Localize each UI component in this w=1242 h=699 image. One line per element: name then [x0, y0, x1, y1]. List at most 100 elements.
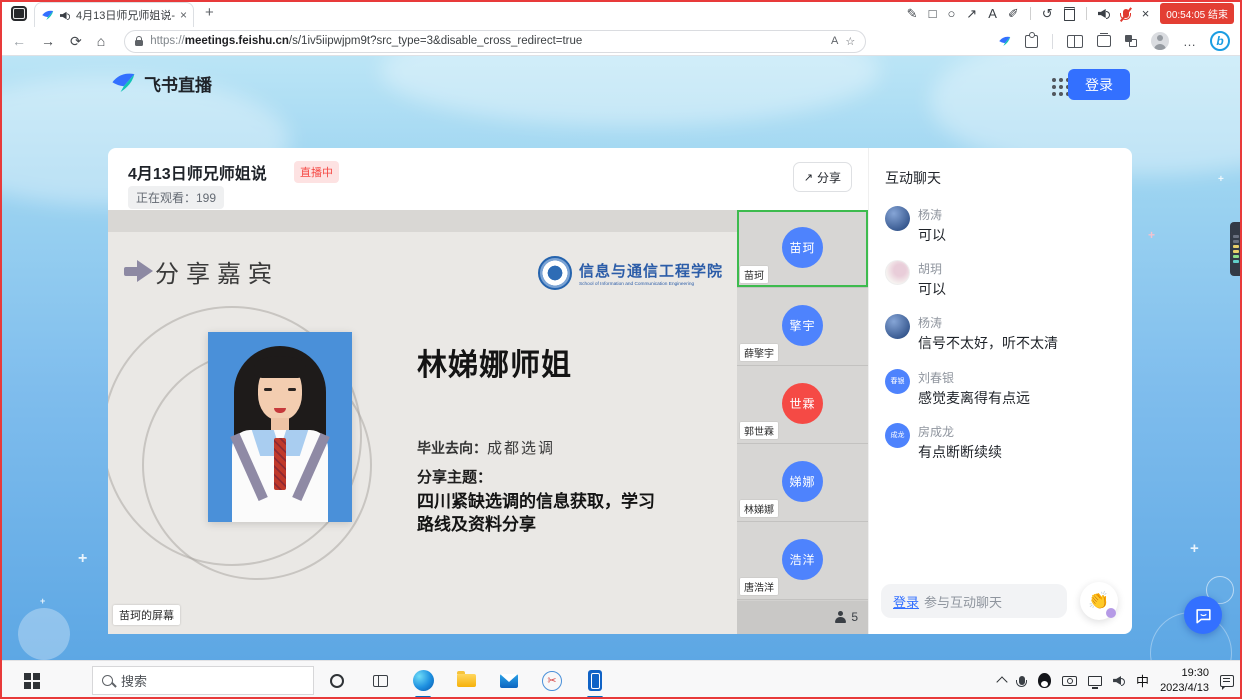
- grad-label: 毕业去向：: [417, 440, 487, 456]
- tray-mic-icon[interactable]: [1019, 676, 1025, 685]
- chat-login-link[interactable]: 登录: [893, 592, 919, 611]
- participant-tile[interactable]: 世霖 郭世霖: [737, 366, 868, 444]
- speaker-icon[interactable]: [1098, 8, 1110, 19]
- refresh-icon[interactable]: ⟳: [70, 34, 82, 48]
- slide-top-strip: [108, 210, 737, 232]
- back-icon[interactable]: ←: [12, 34, 26, 48]
- stop-recording-close-icon[interactable]: ×: [1142, 7, 1150, 20]
- tab-close-icon[interactable]: ×: [180, 8, 187, 22]
- read-aloud-icon[interactable]: A: [831, 35, 838, 47]
- clock-time: 19:30: [1160, 666, 1209, 680]
- edge-icon[interactable]: [412, 666, 434, 696]
- participant-count[interactable]: 5: [834, 610, 858, 624]
- workspaces-icon[interactable]: [11, 6, 27, 21]
- sparkle-decoration: +: [78, 550, 87, 568]
- stream-card: 4月13日师兄师姐说 直播中 正在观看：199 ↗ 分享 分享嘉宾: [108, 148, 868, 634]
- stream-title: 4月13日师兄师姐说: [128, 160, 267, 184]
- highlighter-tool-icon[interactable]: ✐: [1008, 7, 1019, 20]
- action-center-icon[interactable]: [1220, 675, 1234, 687]
- undo-icon[interactable]: ↺: [1042, 7, 1053, 20]
- college-badge: 信息与通信工程学院 School of Information and Comm…: [538, 256, 723, 290]
- screen-capture-icon[interactable]: ✂: [541, 666, 563, 696]
- audio-level-widget[interactable]: [1230, 222, 1242, 276]
- favorite-star-icon[interactable]: ☆: [845, 35, 855, 48]
- support-chat-button[interactable]: [1184, 596, 1222, 634]
- search-icon: [102, 675, 113, 686]
- task-view-icon[interactable]: [369, 666, 391, 696]
- apps-grid-icon[interactable]: [1052, 78, 1056, 82]
- participant-count-value: 5: [851, 610, 858, 624]
- system-tray: 中 19:30 2023/4/13: [998, 661, 1234, 699]
- avatar: [885, 314, 910, 339]
- split-screen-icon[interactable]: [1067, 35, 1083, 48]
- arrow-tool-icon[interactable]: ↗: [966, 7, 977, 20]
- taskbar-search-box[interactable]: 搜索: [92, 666, 314, 695]
- home-icon[interactable]: ⌂: [97, 34, 105, 48]
- chat-message-text: 信号不太好，听不太清: [918, 334, 1058, 352]
- avatar: 擎宇: [782, 305, 823, 346]
- mic-muted-icon[interactable]: [1121, 9, 1131, 18]
- browser-tab[interactable]: 4月13日师兄师姐说-飞书直 ×: [34, 2, 194, 27]
- rectangle-tool-icon[interactable]: □: [929, 7, 937, 20]
- chat-message: 胡玥 可以: [885, 260, 1122, 298]
- url-text[interactable]: https://meetings.feishu.cn/s/1iv5iipwjpm…: [150, 35, 824, 47]
- bing-copilot-icon[interactable]: b: [1210, 31, 1230, 51]
- chat-user-name: 胡玥: [918, 260, 946, 277]
- circle-decoration: [18, 608, 70, 660]
- ellipse-tool-icon[interactable]: ○: [947, 7, 955, 20]
- chat-bubble-icon: [1194, 606, 1213, 625]
- participant-tile[interactable]: 擎宇 薛擎宇: [737, 288, 868, 366]
- forward-icon[interactable]: →: [41, 34, 55, 48]
- trash-icon[interactable]: [1064, 7, 1075, 21]
- tray-expand-icon[interactable]: [996, 676, 1007, 687]
- chat-message-text: 感觉麦离得有点远: [918, 389, 1030, 407]
- cortana-icon[interactable]: [326, 666, 348, 696]
- participant-tile[interactable]: 娣娜 林娣娜: [737, 444, 868, 522]
- chat-message: 杨涛 信号不太好，听不太清: [885, 314, 1122, 352]
- text-tool-icon[interactable]: A: [988, 7, 997, 20]
- tray-camera-icon[interactable]: [1062, 676, 1077, 686]
- more-menu-icon[interactable]: …: [1183, 35, 1196, 48]
- extensions-icon[interactable]: [1025, 35, 1038, 48]
- chat-message: 杨涛 可以: [885, 206, 1122, 244]
- tray-volume-icon[interactable]: [1113, 675, 1125, 686]
- feishu-extension-icon[interactable]: [998, 35, 1011, 48]
- slide-arrow-icon: [124, 260, 156, 282]
- file-explorer-icon[interactable]: [455, 666, 477, 696]
- pen-tool-icon[interactable]: ✎: [907, 7, 918, 20]
- tab-groups-icon[interactable]: [1125, 35, 1137, 47]
- tray-network-icon[interactable]: [1088, 676, 1102, 686]
- share-button[interactable]: ↗ 分享: [793, 162, 852, 192]
- ime-indicator[interactable]: 中: [1136, 671, 1149, 690]
- topic-text: 四川紧缺选调的信息获取，学习 路线及资料分享: [417, 491, 655, 537]
- new-tab-button[interactable]: +: [205, 4, 214, 21]
- tab-audio-icon[interactable]: [60, 10, 70, 19]
- avatar: [885, 206, 910, 231]
- live-badge: 直播中: [294, 161, 339, 183]
- collections-icon[interactable]: [1097, 35, 1111, 47]
- qq-tray-icon[interactable]: [1038, 673, 1051, 688]
- video-area[interactable]: 分享嘉宾 信息与通信工程学院 School of Information and…: [108, 210, 868, 634]
- participant-name: 唐浩洋: [740, 578, 778, 595]
- profile-avatar-icon[interactable]: [1151, 32, 1169, 50]
- chat-input[interactable]: 登录 参与互动聊天: [881, 584, 1067, 618]
- login-button[interactable]: 登录: [1068, 69, 1130, 100]
- grad-value: 成都选调: [487, 441, 555, 457]
- participant-tile[interactable]: 浩洋 唐浩洋: [737, 522, 868, 600]
- avatar: 成龙: [885, 423, 910, 448]
- chat-message-list[interactable]: 杨涛 可以 胡玥 可以 杨涛 信号不太好，听不太清 春银 刘春银: [885, 206, 1122, 461]
- rail-footer: 5: [737, 601, 868, 634]
- start-button-icon[interactable]: [24, 673, 31, 680]
- recording-timer-badge[interactable]: 00:54:05 结束: [1160, 3, 1234, 24]
- brand[interactable]: 飞书直播: [110, 70, 212, 96]
- mail-icon[interactable]: [498, 666, 520, 696]
- chat-message-text: 可以: [918, 226, 946, 244]
- your-phone-icon[interactable]: [584, 666, 606, 696]
- participant-name: 苗珂: [740, 266, 768, 283]
- participant-tile-active-speaker[interactable]: 苗珂 苗珂: [737, 210, 868, 288]
- feishu-favicon: [41, 9, 54, 22]
- avatar: [885, 260, 910, 285]
- clap-reaction-button[interactable]: 👏: [1080, 582, 1118, 620]
- address-bar[interactable]: https://meetings.feishu.cn/s/1iv5iipwjpm…: [124, 30, 866, 53]
- taskbar-clock[interactable]: 19:30 2023/4/13: [1160, 666, 1209, 695]
